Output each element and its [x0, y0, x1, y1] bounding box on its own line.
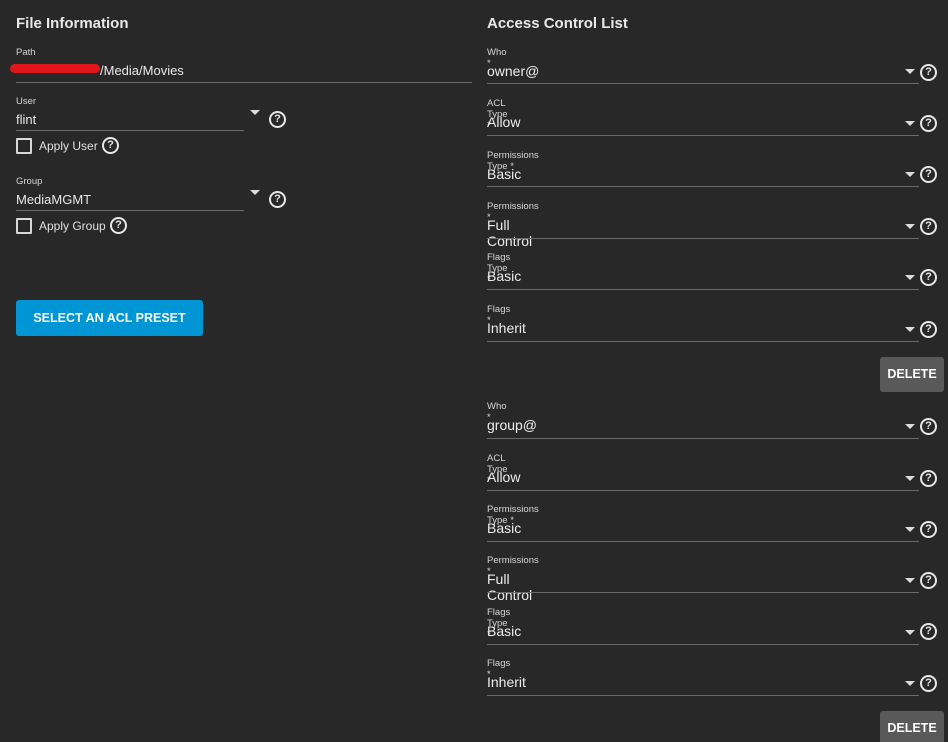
who-select[interactable]: group@	[487, 417, 537, 433]
acl-type-underline	[487, 490, 919, 491]
caret-down-icon[interactable]	[905, 476, 915, 481]
group-label: Group	[16, 176, 43, 187]
permissions-type-underline	[487, 541, 919, 542]
path-redaction	[10, 64, 100, 73]
help-circle-icon[interactable]: ?	[920, 623, 937, 640]
help-circle-icon[interactable]: ?	[920, 321, 937, 338]
select-acl-preset-button[interactable]: SELECT AN ACL PRESET	[16, 300, 203, 336]
path-label: Path	[16, 47, 36, 58]
permissions-type-underline	[487, 186, 919, 187]
help-circle-icon[interactable]: ?	[920, 115, 937, 132]
delete-entry-button[interactable]: DELETE	[880, 357, 944, 392]
help-circle-icon[interactable]: ?	[920, 64, 937, 81]
permissions-underline	[487, 238, 919, 239]
help-circle-icon[interactable]: ?	[920, 572, 937, 589]
flags-type-underline	[487, 289, 919, 290]
help-circle-icon[interactable]: ?	[920, 470, 937, 487]
flags-type-select[interactable]: Basic	[487, 268, 521, 284]
flags-select[interactable]: Inherit	[487, 674, 526, 690]
permissions-type-select[interactable]: Basic	[487, 520, 521, 536]
user-label: User	[16, 96, 37, 107]
caret-down-icon[interactable]	[905, 224, 915, 229]
group-select[interactable]: MediaMGMT	[16, 192, 91, 207]
help-circle-icon[interactable]: ?	[920, 675, 937, 692]
acl-type-select[interactable]: Allow	[487, 469, 520, 485]
caret-down-icon[interactable]	[905, 527, 915, 532]
flags-type-select[interactable]: Basic	[487, 623, 521, 639]
permissions-select[interactable]: Full Control	[487, 217, 532, 249]
caret-down-icon[interactable]	[905, 578, 915, 583]
caret-down-icon[interactable]	[905, 69, 915, 74]
caret-down-icon[interactable]	[905, 681, 915, 686]
path-value[interactable]: /Media/Movies	[100, 63, 184, 78]
permissions-select[interactable]: Full Control	[487, 571, 532, 603]
flags-underline	[487, 341, 919, 342]
who-underline	[487, 438, 919, 439]
acl-type-underline	[487, 135, 919, 136]
caret-down-icon[interactable]	[250, 190, 260, 195]
file-info-title: File Information	[16, 15, 129, 32]
who-select[interactable]: owner@	[487, 63, 539, 79]
help-circle-icon[interactable]: ?	[110, 217, 127, 234]
who-underline	[487, 83, 919, 84]
help-circle-icon[interactable]: ?	[920, 218, 937, 235]
delete-entry-button[interactable]: DELETE	[880, 711, 944, 742]
group-underline	[16, 210, 244, 211]
acl-title: Access Control List	[487, 15, 628, 32]
caret-down-icon[interactable]	[905, 630, 915, 635]
help-circle-icon[interactable]: ?	[269, 191, 286, 208]
help-circle-icon[interactable]: ?	[920, 166, 937, 183]
flags-type-underline	[487, 644, 919, 645]
flags-underline	[487, 695, 919, 696]
help-circle-icon[interactable]: ?	[269, 111, 286, 128]
apply-user-label: Apply User	[39, 139, 98, 153]
caret-down-icon[interactable]	[905, 327, 915, 332]
apply-group-label: Apply Group	[39, 219, 106, 233]
help-circle-icon[interactable]: ?	[920, 269, 937, 286]
caret-down-icon[interactable]	[905, 172, 915, 177]
user-underline	[16, 130, 244, 131]
apply-group-checkbox[interactable]	[16, 218, 32, 234]
user-select[interactable]: flint	[16, 112, 36, 127]
caret-down-icon[interactable]	[905, 424, 915, 429]
caret-down-icon[interactable]	[250, 110, 260, 115]
permissions-underline	[487, 592, 919, 593]
flags-select[interactable]: Inherit	[487, 320, 526, 336]
help-circle-icon[interactable]: ?	[102, 137, 119, 154]
help-circle-icon[interactable]: ?	[920, 418, 937, 435]
caret-down-icon[interactable]	[905, 275, 915, 280]
path-underline	[16, 82, 472, 83]
permissions-type-select[interactable]: Basic	[487, 166, 521, 182]
help-circle-icon[interactable]: ?	[920, 521, 937, 538]
apply-user-checkbox[interactable]	[16, 138, 32, 154]
caret-down-icon[interactable]	[905, 121, 915, 126]
acl-type-select[interactable]: Allow	[487, 114, 520, 130]
